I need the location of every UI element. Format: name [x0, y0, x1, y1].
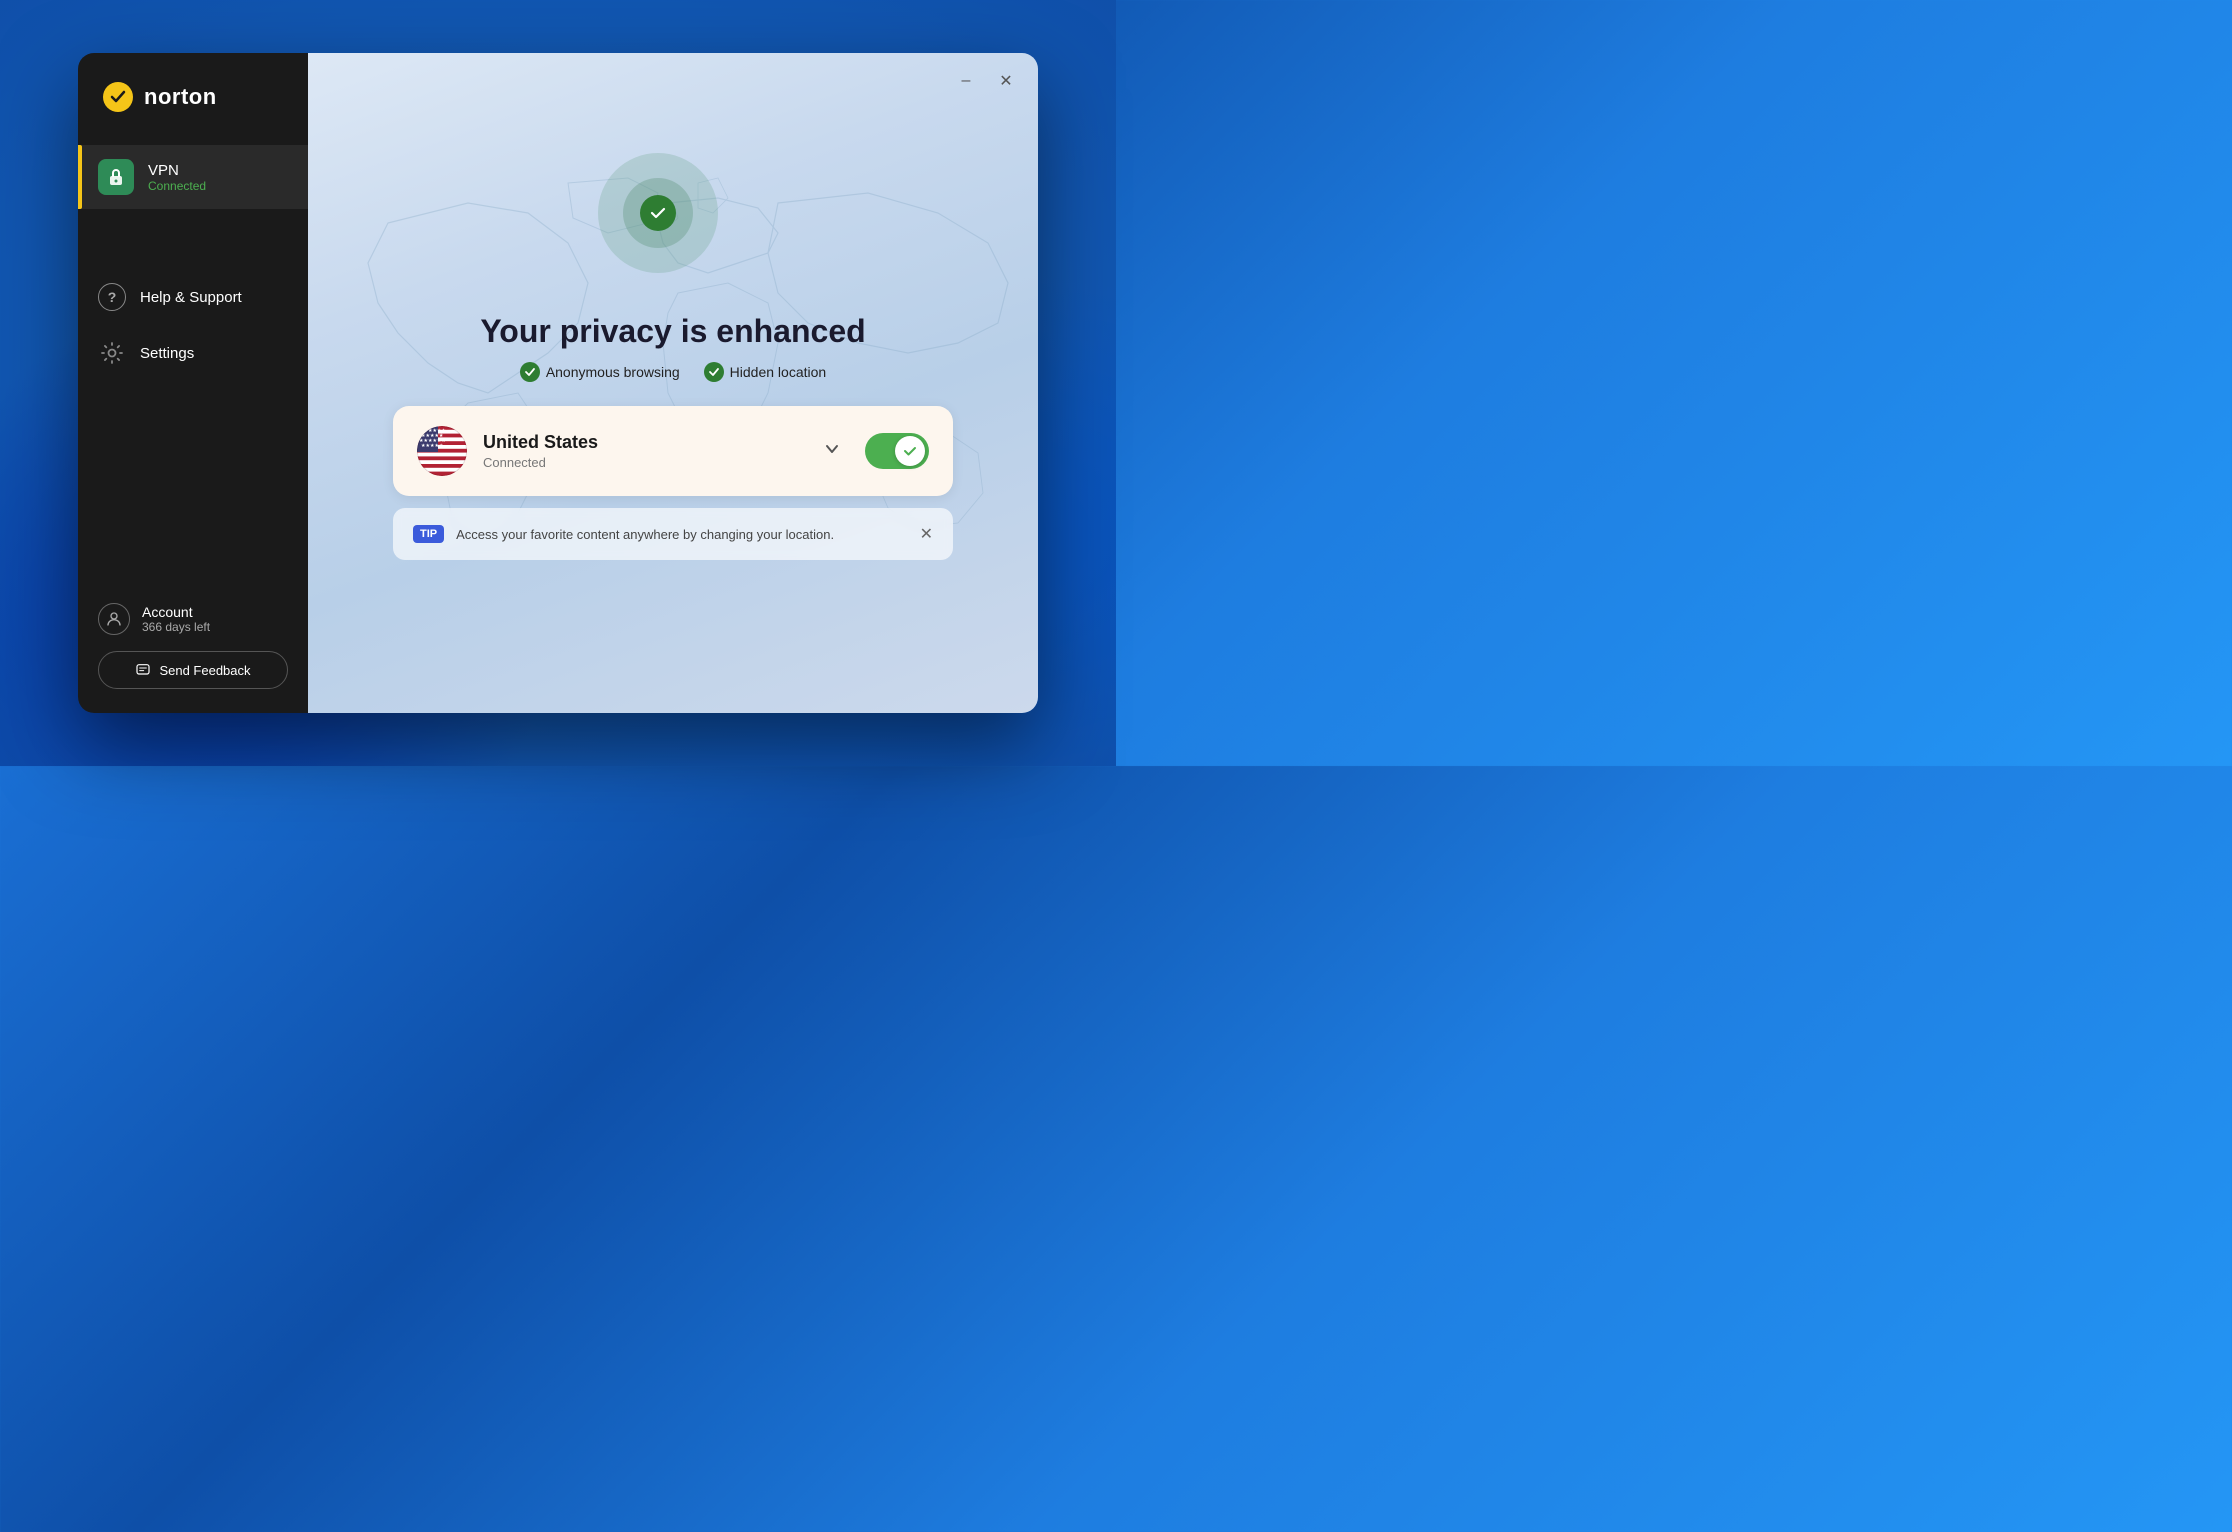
tip-banner: TIP Access your favorite content anywher… — [393, 508, 953, 560]
hidden-location-label: Hidden location — [730, 364, 827, 380]
app-title: norton — [144, 84, 217, 110]
tip-text: Access your favorite content anywhere by… — [456, 527, 907, 542]
account-row[interactable]: Account 366 days left — [98, 603, 288, 635]
settings-nav-label: Settings — [140, 345, 194, 362]
country-info: United States Connected — [483, 432, 799, 470]
minimize-button[interactable]: – — [954, 69, 978, 93]
vpn-toggle[interactable] — [865, 433, 929, 469]
account-label: Account — [142, 604, 210, 620]
account-days: 366 days left — [142, 620, 210, 634]
connection-status: Connected — [483, 455, 799, 470]
vpn-nav-text: VPN Connected — [148, 162, 206, 193]
help-nav-label: Help & Support — [140, 289, 242, 306]
country-name: United States — [483, 432, 799, 453]
main-content: – ✕ — [308, 53, 1038, 713]
anonymous-check-icon — [520, 362, 540, 382]
vpn-nav-label: VPN — [148, 162, 206, 179]
account-icon — [98, 603, 130, 635]
change-location-button[interactable] — [815, 432, 849, 471]
privacy-badges: Anonymous browsing Hidden location — [520, 362, 826, 382]
account-text: Account 366 days left — [142, 604, 210, 634]
help-icon: ? — [98, 283, 126, 311]
main-body: Your privacy is enhanced Anonymous brows… — [308, 53, 1038, 713]
tip-badge: TIP — [413, 525, 444, 543]
feedback-icon — [135, 662, 151, 678]
anonymous-browsing-badge: Anonymous browsing — [520, 362, 680, 382]
country-flag: ★★★★★★ ★★★★★ ★★★★★★ ★★★★★ — [417, 426, 467, 476]
anonymous-browsing-label: Anonymous browsing — [546, 364, 680, 380]
hidden-location-check-icon — [704, 362, 724, 382]
toggle-knob — [895, 436, 925, 466]
tip-close-button[interactable]: ✕ — [920, 524, 933, 544]
sidebar-logo: norton — [78, 53, 308, 137]
sidebar-item-vpn[interactable]: VPN Connected — [78, 145, 308, 209]
window-controls: – ✕ — [954, 69, 1018, 93]
sidebar-item-help[interactable]: ? Help & Support — [78, 269, 308, 325]
send-feedback-button[interactable]: Send Feedback — [98, 651, 288, 689]
sidebar: norton VPN Connected — [78, 53, 308, 713]
vpn-icon — [98, 159, 134, 195]
privacy-title: Your privacy is enhanced — [480, 313, 865, 350]
sidebar-nav: VPN Connected ? Help & Support — [78, 137, 308, 583]
vpn-nav-sublabel: Connected — [148, 179, 206, 193]
gear-icon — [98, 339, 126, 367]
close-button[interactable]: ✕ — [994, 69, 1018, 93]
norton-logo-icon — [102, 81, 134, 113]
app-window: norton VPN Connected — [78, 53, 1038, 713]
sidebar-item-settings[interactable]: Settings — [78, 325, 308, 381]
svg-text:★★★★★: ★★★★★ — [421, 443, 444, 449]
vpn-connection-card: ★★★★★★ ★★★★★ ★★★★★★ ★★★★★ United States … — [393, 406, 953, 496]
sidebar-bottom: Account 366 days left Send Feedback — [78, 583, 308, 713]
hidden-location-badge: Hidden location — [704, 362, 827, 382]
